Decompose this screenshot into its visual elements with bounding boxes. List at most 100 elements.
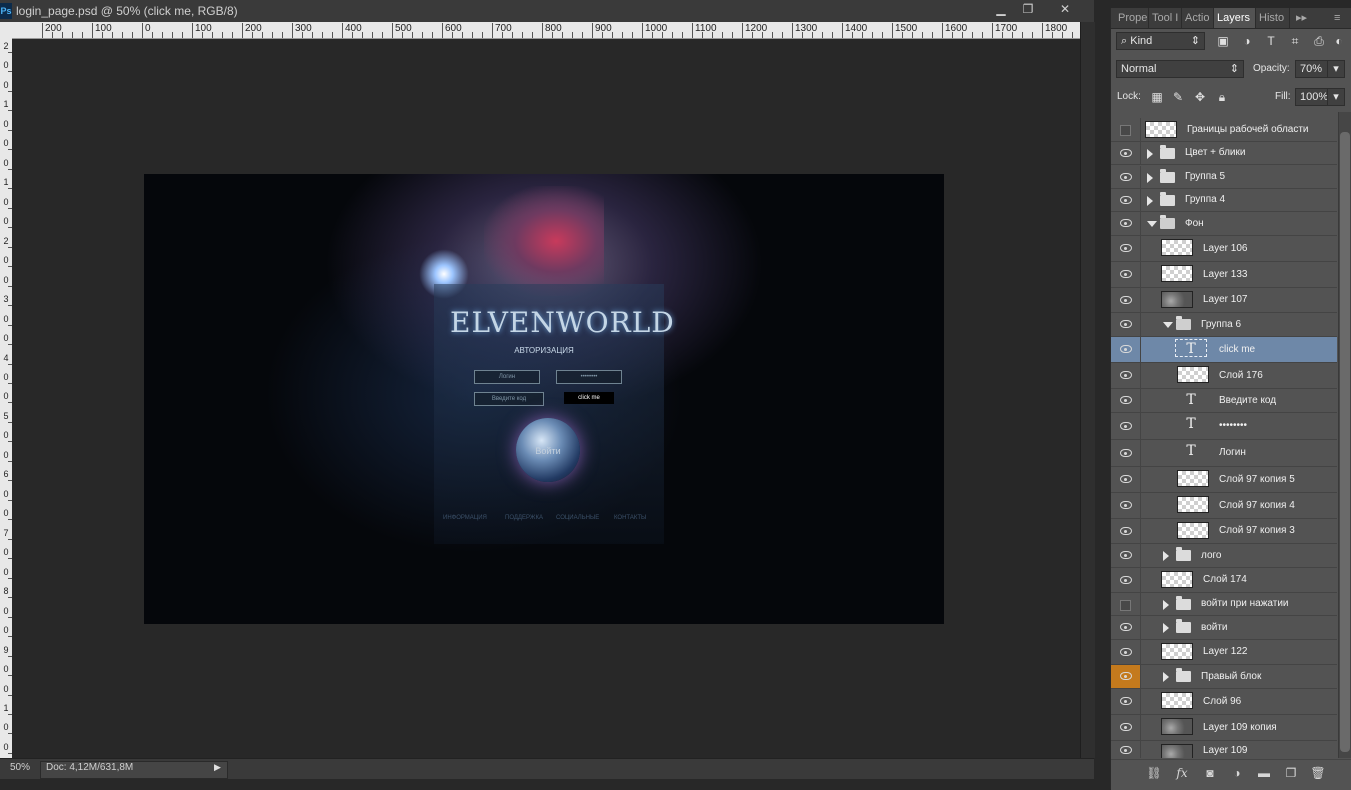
layer-row[interactable]: T Логин — [1111, 440, 1337, 467]
tab-tool-presets[interactable]: Tool I — [1149, 8, 1182, 28]
expand-open-icon[interactable] — [1163, 322, 1173, 328]
visibility-toggle[interactable] — [1111, 389, 1141, 412]
collapse-panel-icon[interactable]: ▸▸ — [1293, 8, 1313, 28]
layer-row[interactable]: Слой 97 копия 5 — [1111, 467, 1337, 493]
close-button[interactable]: ✕ — [1052, 0, 1078, 18]
layer-row[interactable]: Layer 106 — [1111, 236, 1337, 262]
visibility-toggle[interactable] — [1111, 262, 1141, 287]
layer-row[interactable]: Группа 4 — [1111, 189, 1337, 212]
visibility-toggle[interactable] — [1111, 142, 1141, 164]
visibility-toggle[interactable] — [1111, 313, 1141, 336]
adjustment-icon[interactable]: ◑ — [1228, 766, 1246, 780]
expand-closed-icon[interactable] — [1163, 623, 1169, 633]
layer-row[interactable]: Слой 97 копия 4 — [1111, 493, 1337, 519]
layer-row[interactable]: Layer 107 — [1111, 288, 1337, 313]
filter-toggle-icon[interactable]: ◐ — [1331, 34, 1347, 48]
layer-row[interactable]: Layer 109 копия — [1111, 715, 1337, 741]
artwork-canvas[interactable]: ELVENWORLD АВТОРИЗАЦИЯ Логин •••••••• Вв… — [144, 174, 944, 624]
layer-row[interactable]: лого — [1111, 544, 1337, 568]
expand-closed-icon[interactable] — [1147, 149, 1153, 159]
opacity-input[interactable]: 70% ▾ — [1295, 60, 1345, 78]
click-me-text-layer[interactable]: click me — [564, 392, 614, 404]
tab-actions[interactable]: Actio — [1182, 8, 1214, 28]
layer-row[interactable]: Цвет + блики — [1111, 142, 1337, 165]
pixel-filter-icon[interactable]: ▣ — [1215, 34, 1231, 48]
fx-icon[interactable]: fx — [1173, 766, 1191, 780]
layer-row[interactable]: Layer 133 — [1111, 262, 1337, 288]
fill-input[interactable]: 100% ▾ — [1295, 88, 1345, 106]
trash-icon[interactable]: 🗑︎ — [1309, 766, 1327, 780]
layer-row[interactable]: Слой 96 — [1111, 689, 1337, 715]
canvas-vertical-scrollbar[interactable] — [1080, 22, 1095, 758]
link-icon[interactable]: ⛓ — [1145, 766, 1163, 780]
layer-row[interactable]: войти — [1111, 616, 1337, 640]
horizontal-ruler[interactable]: 200 100 0 100 200 300 400 500 600 700 800 900 1000 11… — [12, 22, 1080, 39]
visibility-toggle[interactable] — [1111, 741, 1141, 758]
visibility-toggle[interactable] — [1111, 715, 1141, 740]
layer-row[interactable]: Фон — [1111, 212, 1337, 236]
layer-row[interactable]: Слой 174 — [1111, 568, 1337, 593]
visibility-toggle[interactable] — [1111, 493, 1141, 518]
visibility-toggle[interactable] — [1111, 118, 1141, 141]
lock-transparent-icon[interactable]: ▦ — [1149, 90, 1165, 104]
expand-open-icon[interactable] — [1147, 221, 1157, 227]
new-layer-icon[interactable]: ❐ — [1282, 766, 1300, 780]
ruler-corner[interactable] — [0, 22, 12, 38]
status-menu-arrow-icon[interactable]: ▶ — [214, 762, 221, 773]
layer-row[interactable]: T •••••••• — [1111, 413, 1337, 440]
visibility-toggle[interactable] — [1111, 413, 1141, 439]
document-tab-title[interactable]: login_page.psd @ 50% (click me, RGB/8) — [16, 4, 238, 18]
zoom-level[interactable]: 50% — [10, 762, 30, 773]
visibility-toggle[interactable] — [1111, 467, 1141, 492]
layer-row[interactable]: Tclick me — [1111, 337, 1337, 363]
layer-row[interactable]: Слой 97 копия 3 — [1111, 519, 1337, 544]
visibility-toggle[interactable] — [1111, 593, 1141, 615]
expand-closed-icon[interactable] — [1147, 173, 1153, 183]
layer-row[interactable]: Layer 109 — [1111, 741, 1337, 758]
layer-row[interactable]: T Введите код — [1111, 389, 1337, 413]
shape-filter-icon[interactable]: ⌗ — [1287, 34, 1303, 48]
document-title-bar[interactable]: Ps login_page.psd @ 50% (click me, RGB/8… — [0, 0, 1094, 23]
visibility-toggle[interactable] — [1111, 236, 1141, 261]
mask-icon[interactable]: ◙ — [1201, 766, 1219, 780]
tab-properties[interactable]: Prope — [1115, 8, 1149, 28]
visibility-toggle[interactable] — [1111, 616, 1141, 639]
layer-row[interactable]: Слой 176 — [1111, 363, 1337, 389]
layers-scrollbar-thumb[interactable] — [1340, 132, 1350, 752]
maximize-button[interactable]: ❐ — [1015, 0, 1041, 18]
chevron-down-icon[interactable]: ▾ — [1327, 89, 1344, 105]
expand-closed-icon[interactable] — [1163, 600, 1169, 610]
visibility-toggle[interactable] — [1111, 288, 1141, 312]
visibility-toggle[interactable] — [1111, 189, 1141, 211]
lock-position-icon[interactable]: ✥ — [1192, 90, 1208, 104]
expand-closed-icon[interactable] — [1163, 672, 1169, 682]
visibility-toggle[interactable] — [1111, 363, 1141, 388]
panel-menu-icon[interactable]: ≡ — [1331, 8, 1351, 28]
visibility-toggle[interactable] — [1111, 568, 1141, 592]
visibility-toggle[interactable] — [1111, 440, 1141, 466]
visibility-toggle[interactable] — [1111, 544, 1141, 567]
visibility-toggle[interactable] — [1111, 337, 1141, 362]
layer-row[interactable]: Группа 5 — [1111, 166, 1337, 189]
visibility-toggle[interactable] — [1111, 665, 1141, 688]
visibility-toggle[interactable] — [1111, 519, 1141, 543]
layer-row[interactable]: Правый блок — [1111, 665, 1337, 689]
expand-closed-icon[interactable] — [1147, 196, 1153, 206]
visibility-toggle[interactable] — [1111, 640, 1141, 664]
layer-row[interactable]: Группа 6 — [1111, 313, 1337, 337]
tab-history[interactable]: Histo — [1256, 8, 1290, 28]
folder-icon[interactable]: ▬ — [1255, 766, 1273, 780]
layer-row[interactable]: Layer 122 — [1111, 640, 1337, 665]
expand-closed-icon[interactable] — [1163, 551, 1169, 561]
tab-layers[interactable]: Layers — [1214, 8, 1256, 28]
minimize-button[interactable]: ▁ — [988, 0, 1014, 18]
lock-all-icon[interactable]: 🔒︎ — [1214, 90, 1230, 104]
visibility-toggle[interactable] — [1111, 166, 1141, 188]
adjustment-filter-icon[interactable]: ◑ — [1239, 34, 1255, 48]
filter-kind-select[interactable]: ⌕ Kind ⇕ — [1116, 32, 1205, 50]
type-filter-icon[interactable]: T — [1263, 34, 1279, 48]
visibility-toggle[interactable] — [1111, 212, 1141, 235]
visibility-toggle[interactable] — [1111, 689, 1141, 714]
smart-object-filter-icon[interactable]: ⎙ — [1311, 34, 1327, 48]
layer-row[interactable]: Границы рабочей области — [1111, 118, 1337, 142]
